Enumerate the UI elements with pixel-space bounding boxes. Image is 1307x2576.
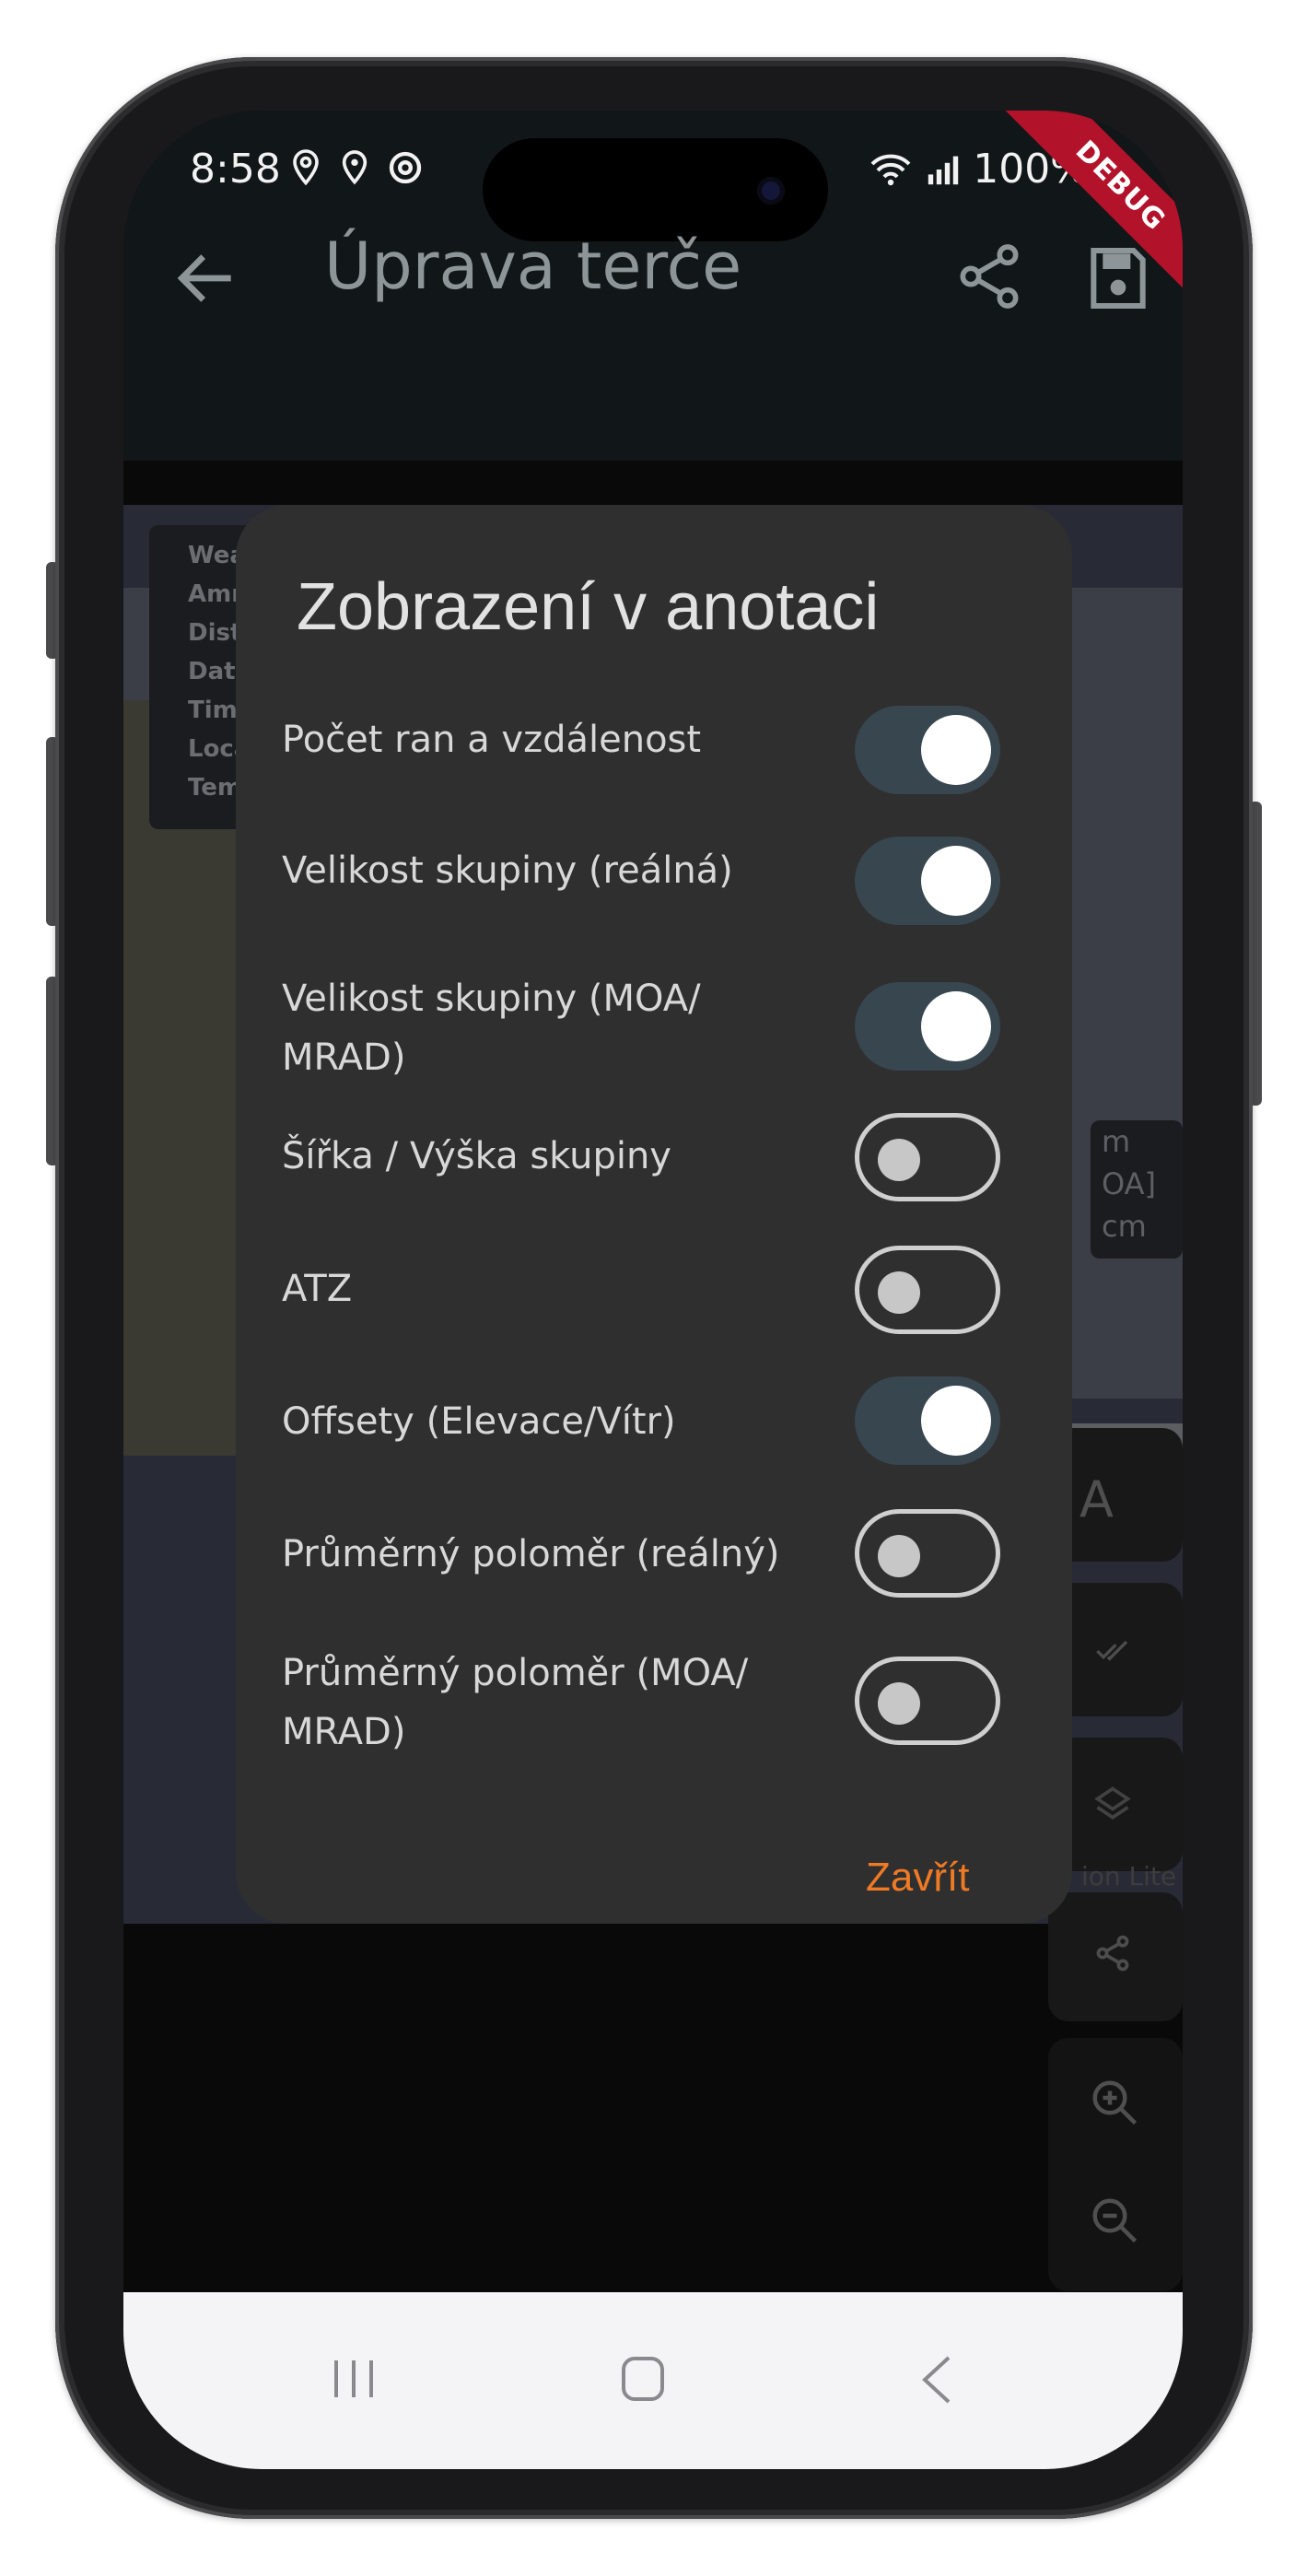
share-icon[interactable] bbox=[952, 240, 1026, 313]
option-label: Šířka / Výška skupiny bbox=[282, 1135, 671, 1177]
signal-icon bbox=[928, 156, 959, 184]
toggle-switch[interactable] bbox=[855, 1509, 1000, 1598]
status-time: 8:58 bbox=[190, 146, 281, 193]
toggle-knob bbox=[921, 715, 991, 785]
toggle-switch[interactable] bbox=[855, 1376, 1000, 1465]
annotation-display-dialog: Zobrazení v anotaci Počet ran a vzdáleno… bbox=[236, 505, 1072, 1924]
location-pin-icon bbox=[342, 150, 368, 185]
dialog-title: Zobrazení v anotaci bbox=[297, 570, 880, 644]
toggle-switch[interactable] bbox=[855, 706, 1000, 794]
toggle-knob bbox=[921, 991, 991, 1061]
toggle-switch[interactable] bbox=[855, 1246, 1000, 1334]
page-title: Úprava terče bbox=[324, 228, 742, 304]
toggle-switch[interactable] bbox=[855, 1113, 1000, 1201]
wifi-icon bbox=[870, 154, 911, 185]
save-icon[interactable] bbox=[1081, 241, 1155, 315]
recents-icon[interactable] bbox=[331, 2359, 377, 2399]
option-label: Velikost skupiny (reálná) bbox=[282, 849, 733, 892]
close-button[interactable]: Zavřít bbox=[866, 1855, 969, 1901]
toggle-knob bbox=[878, 1139, 920, 1181]
toggle-switch[interactable] bbox=[855, 982, 1000, 1071]
location-pin-outline-icon bbox=[293, 149, 319, 186]
at-sign-icon bbox=[389, 151, 422, 184]
toggle-knob bbox=[878, 1682, 920, 1725]
toggle-switch[interactable] bbox=[855, 1657, 1000, 1745]
phone-screen: Weapo Ammo Distar Date: Time: Locati Tem… bbox=[123, 111, 1183, 2469]
option-label: Velikost skupiny (MOA/ MRAD) bbox=[282, 978, 701, 1079]
toggle-knob bbox=[878, 1535, 920, 1577]
option-label: Počet ran a vzdálenost bbox=[282, 719, 702, 761]
back-icon[interactable] bbox=[917, 2354, 954, 2406]
arrow-left-icon[interactable] bbox=[169, 241, 243, 315]
option-label: Průměrný poloměr (MOA/ MRAD) bbox=[282, 1652, 749, 1753]
option-label: Průměrný poloměr (reálný) bbox=[282, 1533, 780, 1575]
toggle-knob bbox=[921, 1386, 991, 1456]
option-label: Offsety (Elevace/Vítr) bbox=[282, 1400, 676, 1443]
toggle-switch[interactable] bbox=[855, 837, 1000, 925]
home-icon[interactable] bbox=[621, 2356, 665, 2402]
toggle-knob bbox=[921, 846, 991, 916]
status-left-icons bbox=[289, 147, 424, 188]
toggle-knob bbox=[878, 1271, 920, 1314]
option-label: ATZ bbox=[282, 1268, 353, 1310]
front-camera bbox=[757, 177, 785, 205]
